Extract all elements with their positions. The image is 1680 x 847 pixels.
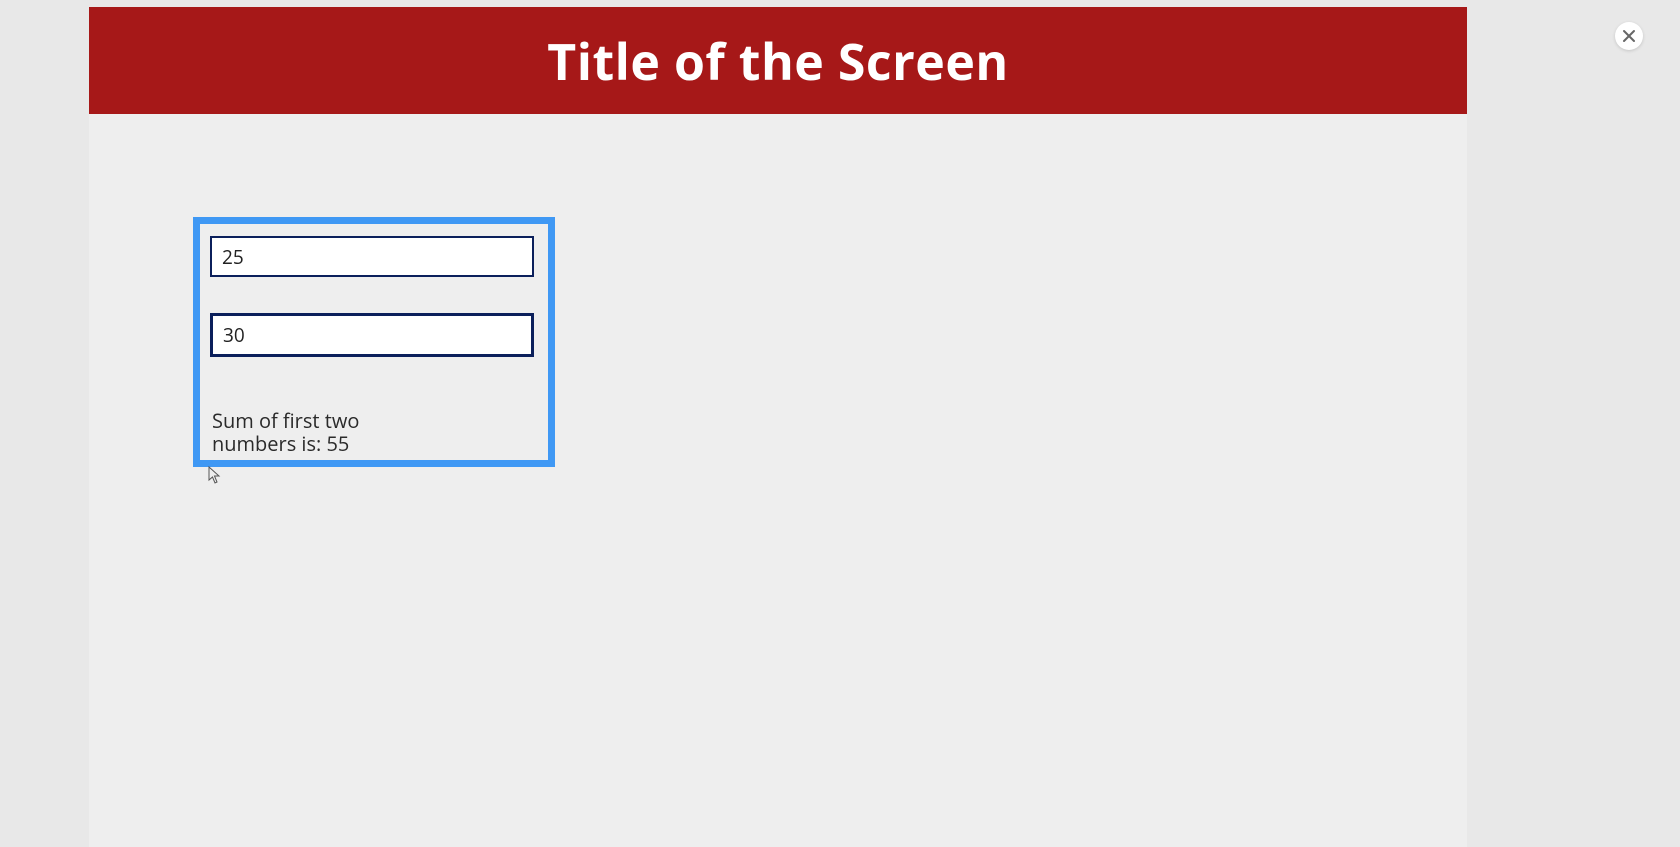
close-icon bbox=[1622, 29, 1636, 43]
page-header: Title of the Screen bbox=[89, 7, 1467, 114]
number-input-2[interactable] bbox=[210, 313, 534, 357]
sum-result-label: Sum of first two numbers is: 55 bbox=[210, 409, 410, 455]
sum-widget-card[interactable]: Sum of first two numbers is: 55 bbox=[193, 217, 555, 467]
page-title: Title of the Screen bbox=[547, 27, 1009, 95]
spacer bbox=[210, 277, 538, 313]
close-button[interactable] bbox=[1615, 22, 1643, 50]
number-input-1[interactable] bbox=[210, 236, 534, 277]
page-container: Title of the Screen Sum of first two num… bbox=[89, 7, 1467, 847]
